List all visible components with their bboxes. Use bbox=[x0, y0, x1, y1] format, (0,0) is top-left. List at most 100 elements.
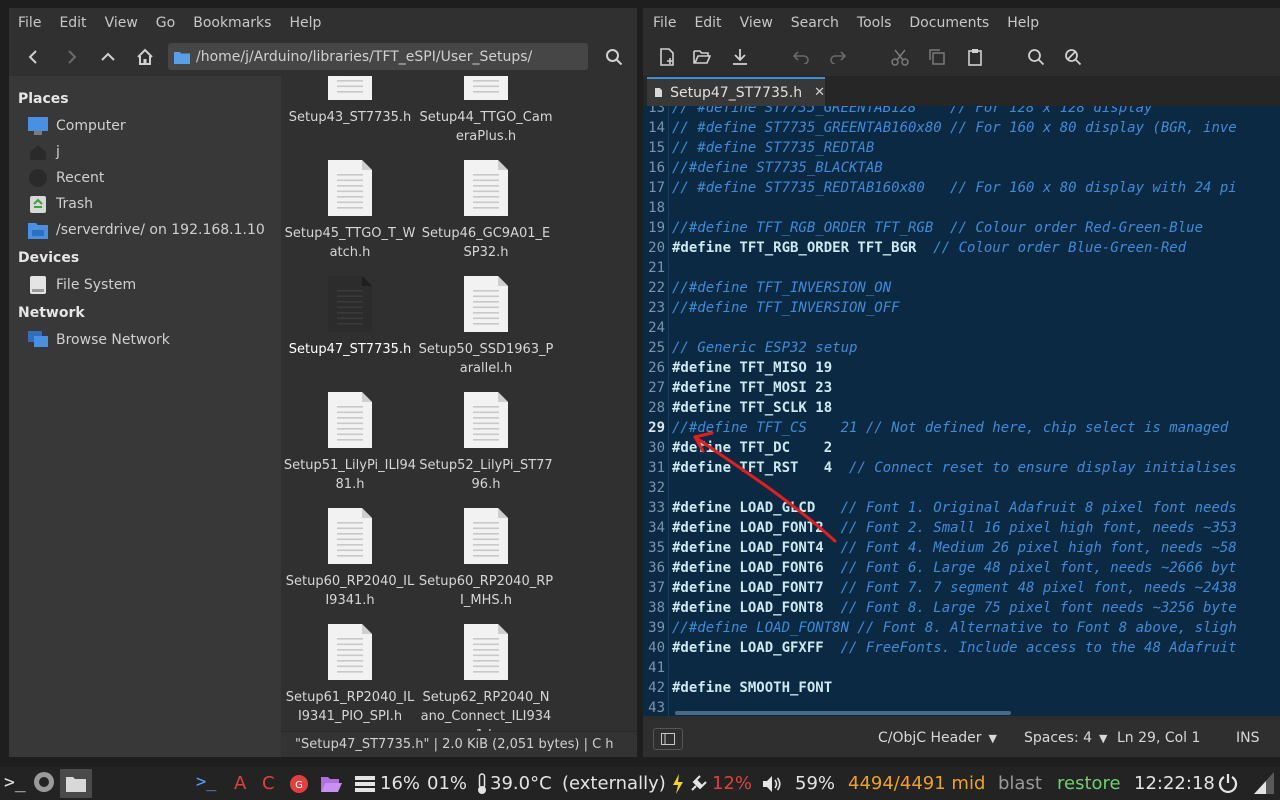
back-button[interactable] bbox=[15, 42, 52, 72]
horizontal-scrollbar[interactable] bbox=[675, 711, 1011, 715]
battery-level: 12% bbox=[712, 773, 753, 794]
ed-menu-help[interactable]: Help bbox=[998, 15, 1048, 31]
side-panel-toggle[interactable] bbox=[653, 728, 683, 750]
home-button[interactable] bbox=[126, 42, 163, 72]
ed-menu-edit[interactable]: Edit bbox=[685, 15, 730, 31]
launcher-c[interactable]: C bbox=[262, 773, 275, 794]
fm-menu-go[interactable]: Go bbox=[147, 15, 184, 31]
file-item[interactable]: Setup43_ST7735.h bbox=[282, 76, 418, 148]
network-icon bbox=[28, 331, 48, 347]
sidebar-item-computer[interactable]: Computer bbox=[28, 114, 126, 138]
file-name-cont: 96.h bbox=[471, 477, 501, 492]
file-name-cont: eraPlus.h bbox=[455, 129, 517, 144]
file-name: Setup52_LilyPi_ST77 bbox=[419, 458, 553, 473]
code-text: //#define LOAD_FONT8N // Font 8. Alterna… bbox=[672, 620, 1237, 636]
file-name-cont: ano_Connect_ILI934 bbox=[420, 709, 552, 724]
sidebar-item-filesystem[interactable]: File System bbox=[28, 273, 136, 297]
ed-menu-view[interactable]: View bbox=[731, 15, 782, 31]
copy-button[interactable] bbox=[925, 46, 949, 68]
open-folder-icon bbox=[321, 777, 342, 792]
line-number-gutter: 13 14 15 16 17 18 19 20 21 22 23 24 25 26 27 28 29 30 31 32… bbox=[643, 106, 669, 716]
forward-button[interactable] bbox=[52, 42, 89, 72]
file-item[interactable]: Setup44_TTGO_Cam eraPlus.h bbox=[418, 76, 554, 148]
search-button[interactable] bbox=[599, 43, 629, 71]
sidebar-item-trash[interactable]: Trash bbox=[28, 192, 93, 216]
tab-close-button[interactable]: ✕ bbox=[814, 85, 825, 100]
file-item[interactable]: Setup61_RP2040_IL I9341_PIO_SPI.h bbox=[282, 616, 418, 728]
taskbar: >_ >_ A C G 16% 01% 39.0°C (externally) … bbox=[0, 767, 1280, 800]
save-button[interactable] bbox=[728, 46, 752, 68]
document-icon bbox=[464, 76, 508, 100]
location-bar[interactable]: /home/j/Arduino/libraries/TFT_eSPI/User_… bbox=[168, 43, 588, 70]
file-name: Setup43_ST7735.h bbox=[288, 110, 412, 125]
home-icon bbox=[136, 48, 153, 65]
line-number: 27 bbox=[648, 380, 665, 396]
fm-menu-bookmarks[interactable]: Bookmarks bbox=[184, 15, 280, 31]
file-item[interactable]: Setup60_RP2040_RP I_MHS.h bbox=[418, 500, 554, 612]
code-comment: // Font 4. Medium 26 pixel high font, ne… bbox=[823, 540, 1237, 556]
file-item[interactable]: Setup45_TTGO_T_W atch.h bbox=[282, 152, 418, 264]
chevron-left-icon bbox=[28, 50, 37, 64]
code-line: //#define LOAD_FONT8N // Font 8. Alterna… bbox=[672, 618, 1237, 638]
sidebar-item-label: Computer bbox=[56, 118, 126, 134]
tab-setup47[interactable]: Setup47_ST7735.h ✕ bbox=[647, 77, 825, 106]
google-launcher[interactable]: G bbox=[289, 774, 309, 794]
find-replace-button[interactable] bbox=[1061, 46, 1085, 68]
spaces-selector[interactable]: Spaces: 4 ▼ bbox=[1024, 730, 1108, 746]
paste-button[interactable] bbox=[963, 46, 987, 68]
file-item[interactable]: Setup46_GC9A01_E SP32.h bbox=[418, 152, 554, 264]
undo-button[interactable] bbox=[789, 46, 813, 68]
file-item[interactable]: Setup51_LilyPi_ILI94 81.h bbox=[282, 384, 418, 496]
file-item[interactable]: Setup47_ST7735.h bbox=[282, 268, 418, 380]
file-name: Setup61_RP2040_IL bbox=[285, 690, 415, 705]
code-line: // Generic ESP32 setup bbox=[672, 338, 857, 358]
ed-menu-search[interactable]: Search bbox=[782, 15, 848, 31]
up-button[interactable] bbox=[89, 42, 126, 72]
sidebar-item-serverdrive[interactable]: /serverdrive/ on 192.168.1.10 bbox=[28, 218, 265, 242]
file-item[interactable]: Setup50_SSD1963_P arallel.h bbox=[418, 268, 554, 380]
file-item[interactable]: Setup52_LilyPi_ST77 96.h bbox=[418, 384, 554, 496]
fm-menu-help[interactable]: Help bbox=[280, 15, 330, 31]
file-item[interactable]: Setup62_RP2040_Nano_Connect_ILI9341.h bbox=[418, 616, 554, 731]
ed-menu-file[interactable]: File bbox=[643, 15, 685, 31]
folder-launcher[interactable] bbox=[320, 775, 342, 793]
ed-menu-documents[interactable]: Documents bbox=[900, 15, 998, 31]
launcher-a[interactable]: A bbox=[234, 773, 246, 794]
line-number: 14 bbox=[648, 120, 665, 136]
code-editor[interactable]: 13 14 15 16 17 18 19 20 21 22 23 24 25 26 27 28 29 30 31 32… bbox=[643, 106, 1280, 716]
file-item[interactable]: Setup60_RP2040_IL I9341.h bbox=[282, 500, 418, 612]
open-button[interactable] bbox=[690, 46, 714, 68]
power-button[interactable] bbox=[1218, 773, 1238, 793]
new-document-button[interactable] bbox=[655, 46, 679, 68]
line-number: 37 bbox=[648, 580, 665, 596]
line-number: 26 bbox=[648, 360, 665, 376]
cut-button[interactable] bbox=[888, 46, 912, 68]
speaker-icon[interactable] bbox=[762, 775, 782, 793]
terminal-shortcut[interactable]: >_ bbox=[196, 772, 216, 792]
redo-button[interactable] bbox=[826, 46, 850, 68]
fm-menu-view[interactable]: View bbox=[96, 15, 147, 31]
firefox-launcher[interactable] bbox=[33, 771, 55, 793]
find-button[interactable] bbox=[1024, 46, 1048, 68]
line-number: 36 bbox=[648, 560, 665, 576]
sidebar-item-recent[interactable]: Recent bbox=[28, 166, 104, 190]
code-text: // #define ST7735_GREENTAB160x80 // For … bbox=[672, 120, 1237, 136]
code-text: #define LOAD_GLCD bbox=[672, 500, 816, 516]
sidebar-item-browse-network[interactable]: Browse Network bbox=[28, 328, 170, 352]
document-icon bbox=[464, 624, 508, 680]
code-line: #define LOAD_FONT4 // Font 4. Medium 26 … bbox=[672, 538, 1237, 558]
clock: 12:22:18 bbox=[1134, 773, 1215, 794]
file-name: Setup50_SSD1963_P bbox=[418, 342, 554, 357]
file-manager-task[interactable] bbox=[60, 769, 92, 798]
sidebar-item-home[interactable]: j bbox=[28, 140, 60, 164]
temperature: 39.0°C bbox=[490, 773, 552, 794]
ed-menu-tools[interactable]: Tools bbox=[848, 15, 901, 31]
language-selector[interactable]: C/ObjC Header ▼ bbox=[878, 730, 997, 746]
terminal-launcher[interactable]: >_ bbox=[4, 772, 26, 793]
code-text: //#define TFT_INVERSION_ON bbox=[672, 280, 892, 296]
code-line: #define LOAD_FONT8 // Font 8. Large 75 p… bbox=[672, 598, 1237, 618]
line-number: 40 bbox=[648, 640, 665, 656]
fm-menu-file[interactable]: File bbox=[9, 15, 50, 31]
wifi-signal-icon[interactable] bbox=[1252, 770, 1276, 796]
fm-menu-edit[interactable]: Edit bbox=[50, 15, 95, 31]
